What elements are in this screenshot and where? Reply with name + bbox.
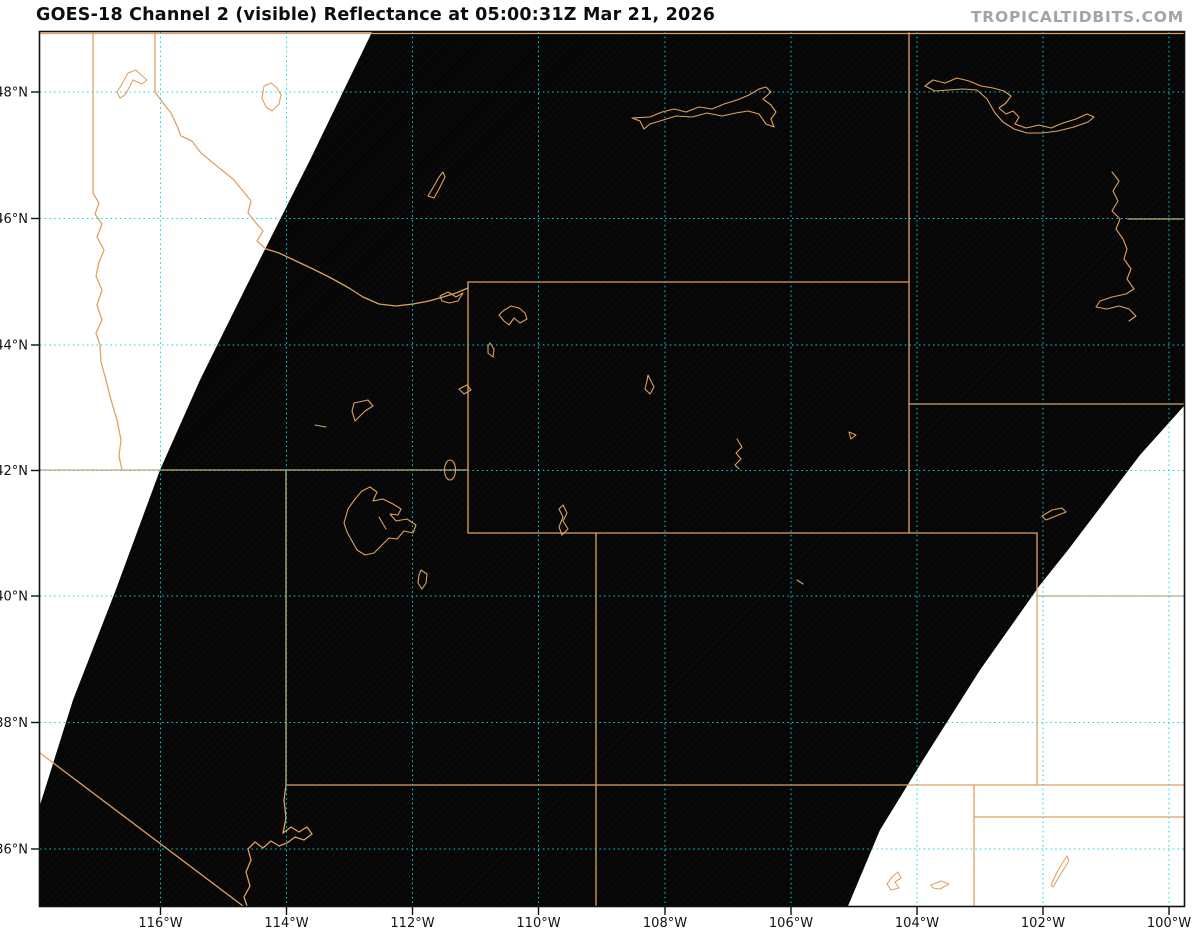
lat-label-38n: 38°N (0, 716, 28, 731)
lat-label-44n: 44°N (0, 339, 28, 354)
lat-label-46n: 46°N (0, 212, 28, 227)
lon-label-114w: 114°W (264, 916, 308, 929)
lon-axis: 116°W 114°W 112°W 110°W 108°W 106°W 104°… (138, 907, 1191, 929)
lon-label-102w: 102°W (1021, 916, 1065, 929)
lat-label-36n: 36°N (0, 843, 28, 858)
lon-label-108w: 108°W (643, 916, 687, 929)
lon-label-112w: 112°W (390, 916, 434, 929)
lon-label-100w: 100°W (1147, 916, 1191, 929)
lon-label-104w: 104°W (895, 916, 939, 929)
lon-label-116w: 116°W (138, 916, 182, 929)
lat-label-40n: 40°N (0, 590, 28, 605)
lat-label-48n: 48°N (0, 86, 28, 101)
lat-label-42n: 42°N (0, 464, 28, 479)
satellite-image-page: GOES-18 Channel 2 (visible) Reflectance … (0, 0, 1200, 929)
satellite-map: 48°N 46°N 44°N 42°N 40°N 38°N 36°N 116°W… (0, 30, 1191, 929)
lat-axis: 48°N 46°N 44°N 42°N 40°N 38°N 36°N (0, 86, 39, 858)
lon-label-110w: 110°W (516, 916, 560, 929)
lon-label-106w: 106°W (769, 916, 813, 929)
